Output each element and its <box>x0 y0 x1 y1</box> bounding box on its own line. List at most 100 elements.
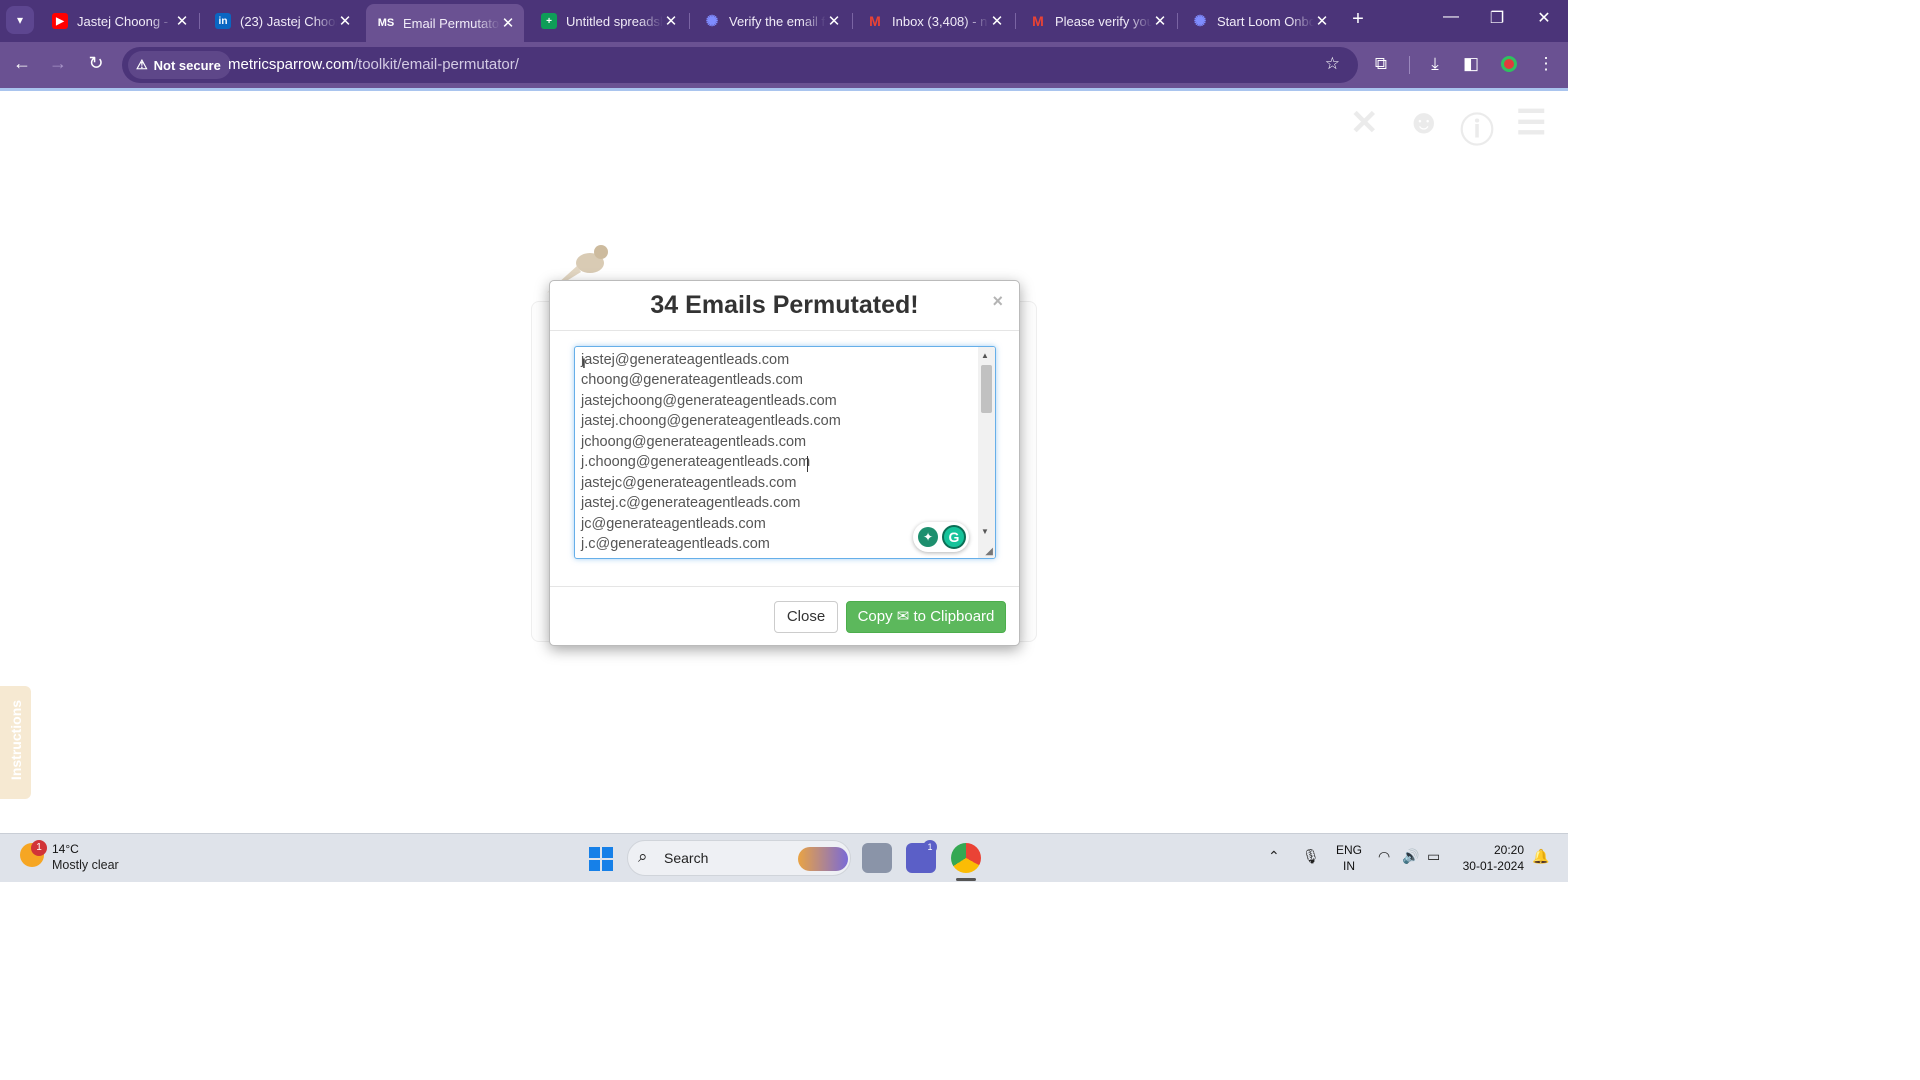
tab-linkedin[interactable]: in (23) Jastej Choon ✕ <box>203 6 361 36</box>
tab-title: Please verify you <box>1055 13 1152 29</box>
volume-icon[interactable]: 🔊 <box>1402 848 1419 865</box>
profile-avatar[interactable] <box>1501 56 1517 72</box>
resize-handle-icon[interactable]: ◢ <box>985 546 993 557</box>
menu-kebab-icon[interactable]: ⋮ <box>1535 54 1557 74</box>
chevron-down-icon: ▾ <box>16 13 24 27</box>
close-icon[interactable]: ✕ <box>989 12 1005 30</box>
email-line: jastej.c@generateagentleads.com <box>581 495 801 511</box>
ms-icon: MS <box>377 17 395 29</box>
close-icon[interactable]: ✕ <box>1152 12 1168 30</box>
bookmark-star-icon[interactable]: ☆ <box>1325 54 1340 74</box>
close-button[interactable]: Close <box>774 601 838 633</box>
tab-search-button[interactable]: ▾ <box>6 6 34 34</box>
modal-footer: Close Copy ✉ to Clipboard <box>550 586 1019 646</box>
language-indicator[interactable]: ENG IN <box>1336 842 1362 874</box>
tab-divider <box>1177 13 1178 29</box>
tab-divider <box>852 13 853 29</box>
text-caret <box>807 456 808 472</box>
email-line: jc@generateagentleads.com <box>581 516 766 532</box>
email-line: choong@generateagentleads.com <box>581 372 803 388</box>
security-chip[interactable]: ⚠ Not secure <box>128 51 231 79</box>
security-label: Not secure <box>153 57 221 73</box>
tab-loom[interactable]: ✺ Start Loom Onbo ✕ <box>1180 6 1338 36</box>
linkedin-icon: in <box>215 13 231 29</box>
scroll-thumb[interactable] <box>981 365 992 413</box>
email-line: jastejchoong@generateagentleads.com <box>581 393 837 409</box>
info-icon[interactable]: ⓘ <box>1460 103 1494 152</box>
emails-textarea[interactable]: jastej@generateagentleads.com choong@gen… <box>574 346 996 559</box>
grammarly-bulb-icon[interactable]: ✦ <box>918 527 938 547</box>
tab-divider <box>1015 13 1016 29</box>
url-text[interactable]: metricsparrow.com/toolkit/email-permutat… <box>228 56 519 73</box>
weather-badge: 1 <box>31 840 47 856</box>
window-close-icon[interactable]: ✕ <box>1529 8 1559 28</box>
list-icon[interactable]: ☰ <box>1516 103 1546 143</box>
browser-toolbar: ← → ↻ ⚠ Not secure metricsparrow.com/too… <box>0 42 1568 88</box>
tab-inbox[interactable]: M Inbox (3,408) - n ✕ <box>855 6 1013 36</box>
close-icon[interactable]: ✕ <box>500 14 516 32</box>
close-icon[interactable]: ✕ <box>1314 12 1330 30</box>
chevron-up-icon[interactable]: ⌃ <box>1268 848 1280 865</box>
tab-youtube[interactable]: ▶ Jastej Choong - ✕ <box>40 6 198 36</box>
tab-please-verify[interactable]: M Please verify you ✕ <box>1018 6 1176 36</box>
active-app-indicator <box>956 878 976 881</box>
wifi-icon[interactable]: ◠ <box>1378 848 1390 865</box>
email-line: jastejc@generateagentleads.com <box>581 475 797 491</box>
email-line: jastej.choong@generateagentleads.com <box>581 413 841 429</box>
search-icon: ⌕ <box>638 847 648 866</box>
tab-title: Email Permutator <box>403 15 500 31</box>
task-view-icon[interactable] <box>862 843 892 873</box>
clock-time: 20:20 <box>1493 843 1524 857</box>
tab-verify-email[interactable]: ✺ Verify the email f ✕ <box>692 6 850 36</box>
toolbar-divider <box>1409 56 1410 74</box>
textarea-scrollbar[interactable]: ▲ ▼ <box>978 347 995 558</box>
restore-icon[interactable]: ❐ <box>1482 8 1512 28</box>
system-clock[interactable]: 20:20 30-01-2024 <box>1460 842 1524 874</box>
tab-divider <box>689 13 690 29</box>
face-icon[interactable]: ☻ <box>1406 103 1442 142</box>
instructions-tab[interactable]: Instructions <box>0 686 31 799</box>
side-panel-icon[interactable]: ◧ <box>1460 54 1482 74</box>
reload-icon[interactable]: ↻ <box>84 53 108 74</box>
close-icon[interactable]: ✕ <box>663 12 679 30</box>
close-icon[interactable]: ✕ <box>826 12 842 30</box>
windows-start-icon[interactable] <box>589 847 613 871</box>
close-icon[interactable]: ✕ <box>174 12 190 30</box>
temperature[interactable]: 14°C <box>52 842 79 856</box>
extensions-icon[interactable]: ⧉ <box>1370 54 1392 74</box>
battery-icon[interactable]: ▭ <box>1427 848 1440 865</box>
email-line: j.c@generateagentleads.com <box>581 536 770 552</box>
minimize-icon[interactable]: — <box>1436 8 1466 26</box>
tab-email-permutator[interactable]: MS Email Permutator ✕ <box>366 4 524 42</box>
forward-icon[interactable]: → <box>46 53 70 74</box>
sheets-icon: + <box>541 13 557 29</box>
microphone-icon[interactable]: 🎙 <box>1302 848 1320 865</box>
copy-to-clipboard-button[interactable]: Copy ✉ to Clipboard <box>846 601 1006 633</box>
gmail-icon: M <box>869 13 881 29</box>
grammarly-g-icon[interactable]: G <box>942 525 966 549</box>
tab-title: Start Loom Onbo <box>1217 13 1314 29</box>
weather-condition[interactable]: Mostly clear <box>52 858 119 872</box>
back-icon[interactable]: ← <box>10 53 34 74</box>
grammarly-widget[interactable]: ✦ G <box>913 522 969 552</box>
tab-title: Inbox (3,408) - n <box>892 13 988 29</box>
scroll-down-icon[interactable]: ▼ <box>981 527 989 536</box>
scroll-up-icon[interactable]: ▲ <box>981 351 989 360</box>
taskbar-search[interactable]: ⌕ Search <box>627 840 851 876</box>
tools-icon[interactable]: ✕ <box>1350 103 1379 143</box>
tab-title: Jastej Choong - <box>77 13 169 29</box>
close-icon[interactable]: ✕ <box>337 12 353 30</box>
page-content: ✕ ☻ ⓘ ☰ Instructions 34 Emails Permutate… <box>0 91 1568 833</box>
search-highlight-icon <box>798 847 848 871</box>
tab-spreadsheet[interactable]: + Untitled spreadsh ✕ <box>529 6 687 36</box>
new-tab-icon[interactable]: + <box>1347 8 1369 31</box>
results-modal: 34 Emails Permutated! × jastej@generatea… <box>549 280 1020 646</box>
modal-close-icon[interactable]: × <box>992 291 1003 312</box>
download-icon[interactable]: ⤓ <box>1424 54 1446 74</box>
tab-strip: ▾ ▶ Jastej Choong - ✕ in (23) Jastej Cho… <box>0 0 1568 42</box>
chrome-icon[interactable] <box>951 843 981 873</box>
notification-bell-icon[interactable]: 🔔 <box>1532 848 1549 865</box>
lang-region: IN <box>1343 859 1355 873</box>
windows-taskbar: 1 14°C Mostly clear ⌕ Search 1 ⌃ 🎙 ENG IN… <box>0 833 1568 882</box>
address-bar[interactable]: ⚠ Not secure metricsparrow.com/toolkit/e… <box>122 47 1358 83</box>
